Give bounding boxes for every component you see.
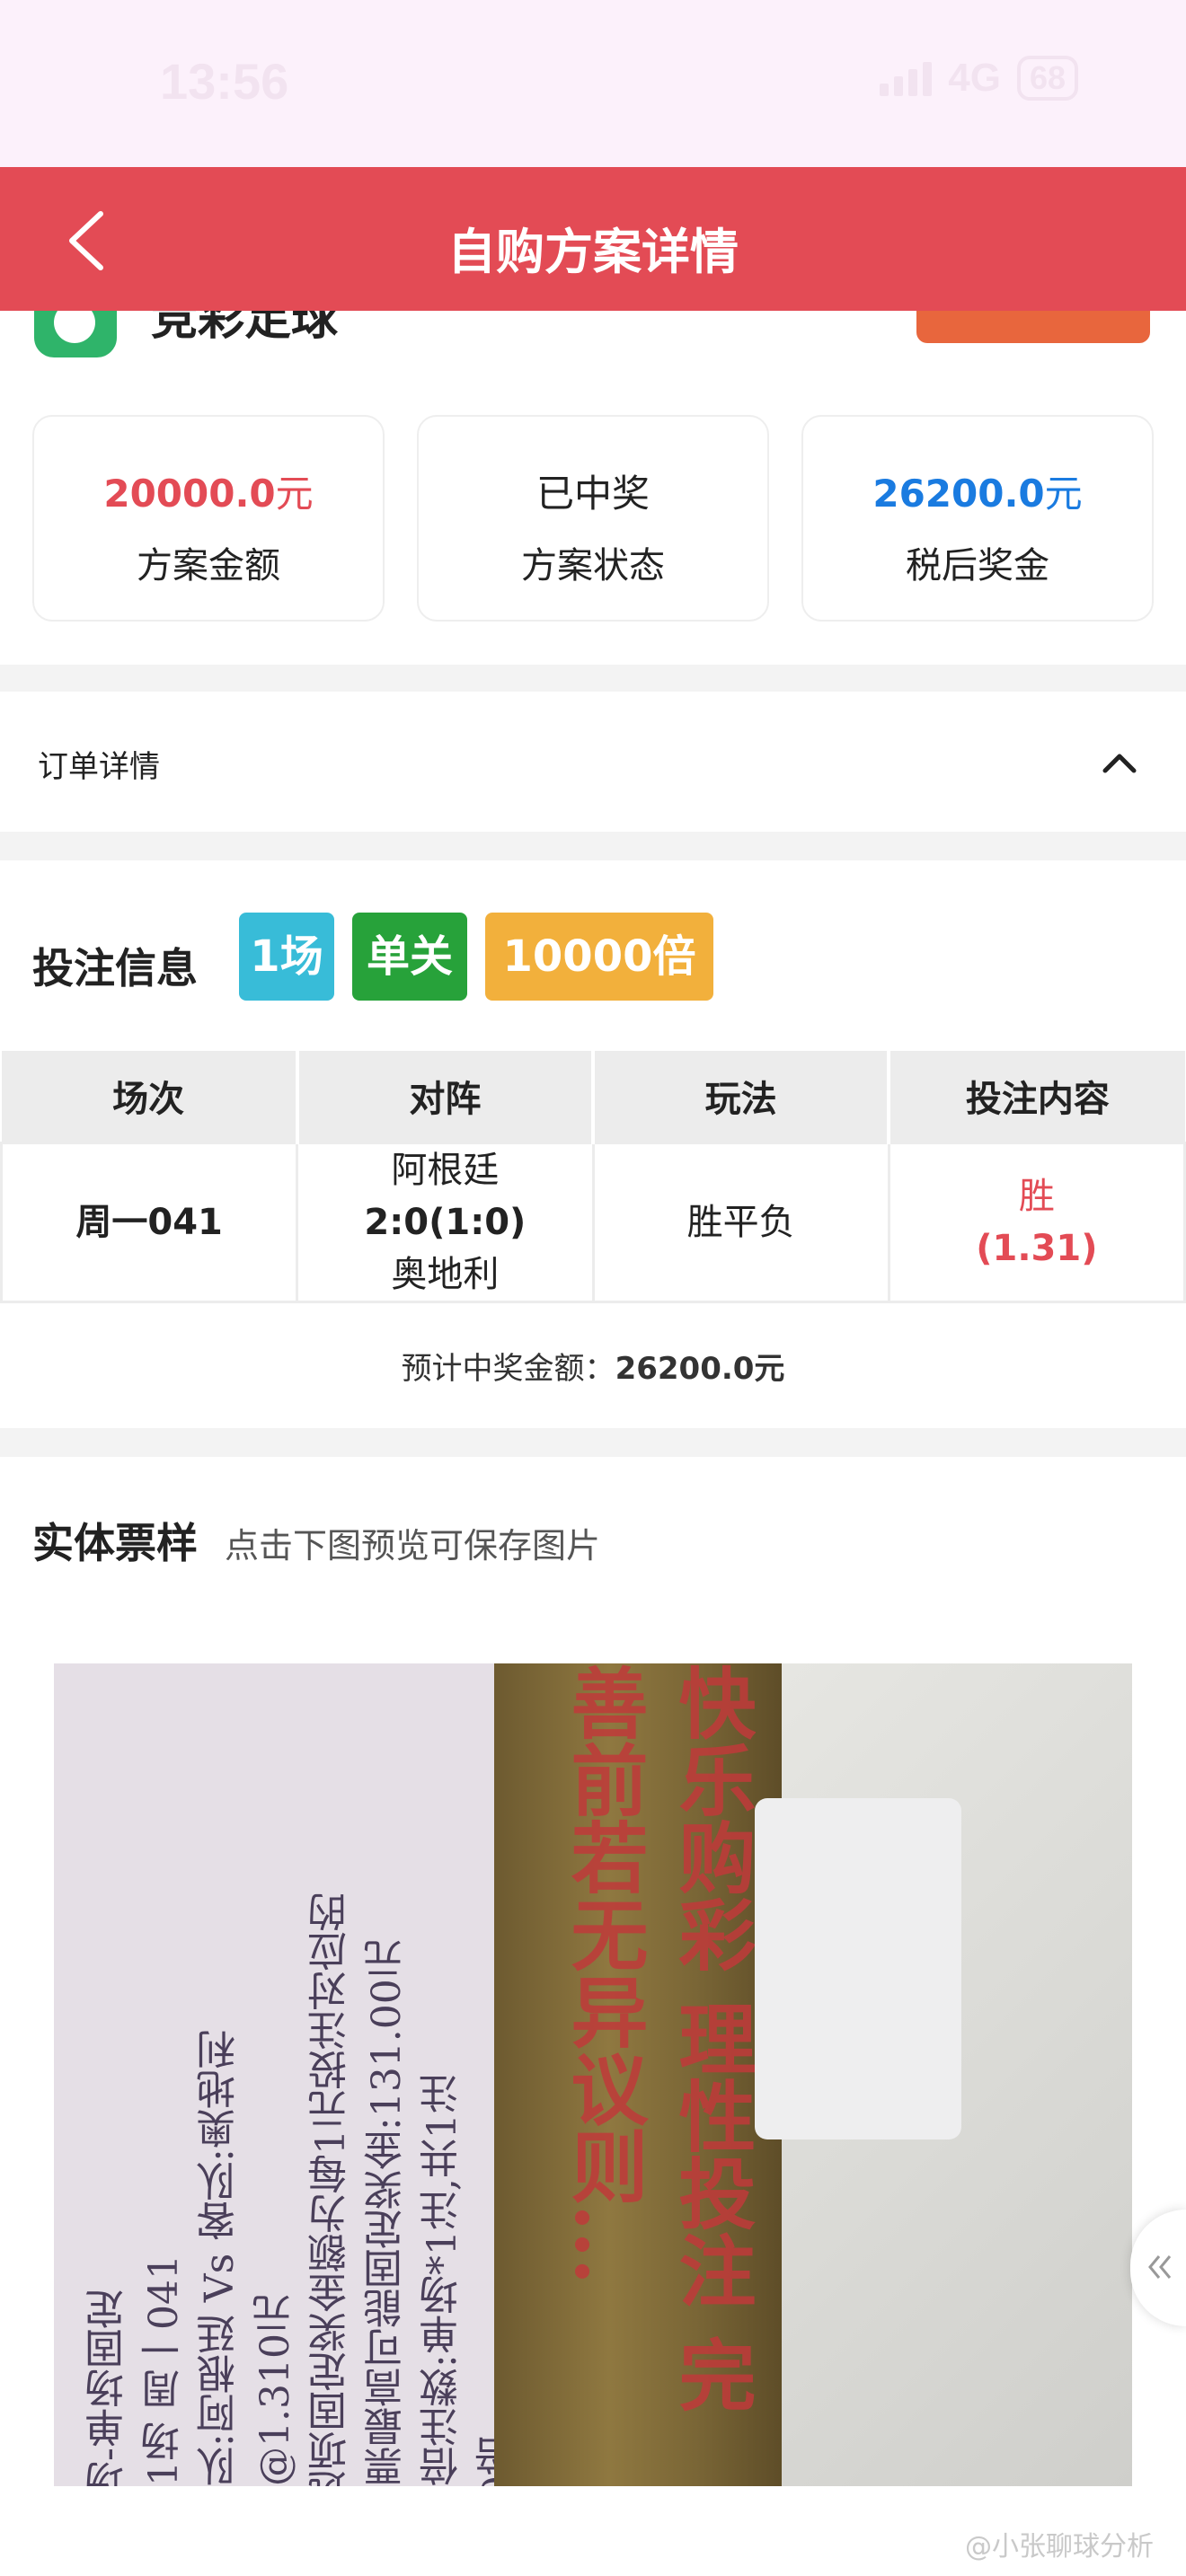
order-details-title: 订单详情 bbox=[38, 749, 160, 785]
prize-card: 26200.0元 税后奖金 bbox=[801, 415, 1154, 622]
status-label: 方案状态 bbox=[521, 545, 665, 587]
ticket-line: 主队:阿根廷 Vs 客队:奥地利 bbox=[197, 2030, 243, 2486]
column-header-pick: 投注内容 bbox=[889, 1051, 1185, 1142]
promo-badge bbox=[916, 311, 1150, 343]
column-header-match-no: 场次 bbox=[1, 1051, 299, 1142]
ticket-line: 本票最高可能固定奖金:131.00元 bbox=[364, 1939, 410, 2486]
page-title: 自购方案详情 bbox=[447, 224, 739, 280]
prize-label: 税后奖金 bbox=[906, 545, 1049, 587]
pick-odds: (1.31) bbox=[976, 1227, 1098, 1269]
brand-strip: 竞彩足球 bbox=[0, 311, 1186, 365]
watermark: @小张聊球分析 bbox=[965, 2531, 1154, 2563]
brass-plate-text: 快乐购彩 理性投注 完善前若无异议则... bbox=[530, 1663, 764, 2486]
battery-icon: 68 bbox=[1016, 56, 1078, 101]
amount-label: 方案金额 bbox=[137, 545, 280, 587]
ticket-line: 第1场 周一041 bbox=[141, 2254, 187, 2486]
amount-value: 20000.0元 bbox=[103, 472, 314, 516]
status-bar: 13:56 4G 68 bbox=[0, 0, 1186, 167]
play-cell: 胜平负 bbox=[591, 1141, 890, 1303]
amount-card: 20000.0元 方案金额 bbox=[32, 415, 385, 622]
status-card: 已中奖 方案状态 bbox=[417, 415, 769, 622]
status-indicators: 4G 68 bbox=[880, 56, 1078, 101]
score: 2:0(1:0) bbox=[364, 1201, 527, 1243]
ticket-line: 胜@1.310元 bbox=[252, 2294, 298, 2486]
matches-tag: 1场 bbox=[239, 913, 334, 1001]
ticket-sample-hint: 点击下图预览可保存图片 bbox=[225, 1526, 601, 1566]
ticket-photo[interactable]: 1场-单场固定 第1场 周一041 主队:阿根廷 Vs 客队:奥地利 胜@1.3… bbox=[54, 1663, 1132, 2486]
ticket-line: 1场-单场固定 bbox=[85, 2289, 131, 2486]
status-value: 已中奖 bbox=[535, 472, 650, 516]
table-row: 周一041 阿根廷 2:0(1:0) 奥地利 胜平负 胜 (1.31) bbox=[0, 1141, 1186, 1303]
bet-type-tag: 单关 bbox=[352, 913, 467, 1001]
prize-value: 26200.0元 bbox=[872, 472, 1083, 516]
brass-line: 快乐购彩 理性投注 bbox=[665, 1663, 756, 2308]
ticket-line: 单倍注数:单场*1注,共1注 bbox=[420, 2074, 465, 2486]
plan-summary: 20000.0元 方案金额 已中奖 方案状态 26200.0元 税后奖金 bbox=[0, 365, 1186, 665]
network-label: 4G bbox=[948, 56, 1001, 100]
estimated-prize-value: 26200.0元 bbox=[615, 1351, 785, 1387]
pick-cell: 胜 (1.31) bbox=[887, 1141, 1186, 1303]
paper-edge bbox=[755, 1798, 961, 2139]
estimated-prize: 预计中奖金额：26200.0元 bbox=[0, 1344, 1186, 1388]
signal-icon bbox=[880, 60, 933, 96]
column-header-fixture: 对阵 bbox=[296, 1051, 596, 1142]
status-time: 13:56 bbox=[160, 53, 289, 110]
pick-result: 胜 bbox=[1018, 1175, 1055, 1217]
fixture-cell: 阿根廷 2:0(1:0) 奥地利 bbox=[296, 1141, 595, 1303]
away-team: 奥地利 bbox=[391, 1253, 500, 1295]
order-details-toggle[interactable]: 订单详情 bbox=[0, 692, 1186, 832]
double-chevron-left-icon bbox=[1148, 2255, 1172, 2279]
nav-bar: 自购方案详情 bbox=[0, 167, 1186, 311]
bet-info-section: 投注信息 1场 单关 10000倍 场次 对阵 玩法 投注内容 周一041 阿根… bbox=[0, 860, 1186, 1428]
chevron-up-icon[interactable] bbox=[1100, 744, 1139, 783]
ticket-paper: 1场-单场固定 第1场 周一041 主队:阿根廷 Vs 客队:奥地利 胜@1.3… bbox=[54, 1663, 557, 2486]
soccer-logo-icon bbox=[34, 311, 117, 357]
ticket-sample-title: 实体票样 bbox=[32, 1519, 198, 1567]
ticket-sample-section: 实体票样 点击下图预览可保存图片 1场-单场固定 第1场 周一041 主队:阿根… bbox=[0, 1457, 1186, 2576]
brand-name: 竞彩足球 bbox=[151, 311, 339, 346]
home-team: 阿根廷 bbox=[391, 1149, 500, 1191]
bet-info-title: 投注信息 bbox=[32, 944, 198, 992]
multiple-tag: 10000倍 bbox=[485, 913, 713, 1001]
ticket-line: (选项固定奖金额为每1元投注对应的 bbox=[308, 1892, 354, 2486]
estimated-prize-label: 预计中奖金额： bbox=[401, 1351, 615, 1387]
bet-table: 场次 对阵 玩法 投注内容 周一041 阿根廷 2:0(1:0) 奥地利 胜平负… bbox=[0, 1051, 1186, 1303]
match-no-cell: 周一041 bbox=[0, 1141, 299, 1303]
column-header-play: 玩法 bbox=[593, 1051, 891, 1142]
